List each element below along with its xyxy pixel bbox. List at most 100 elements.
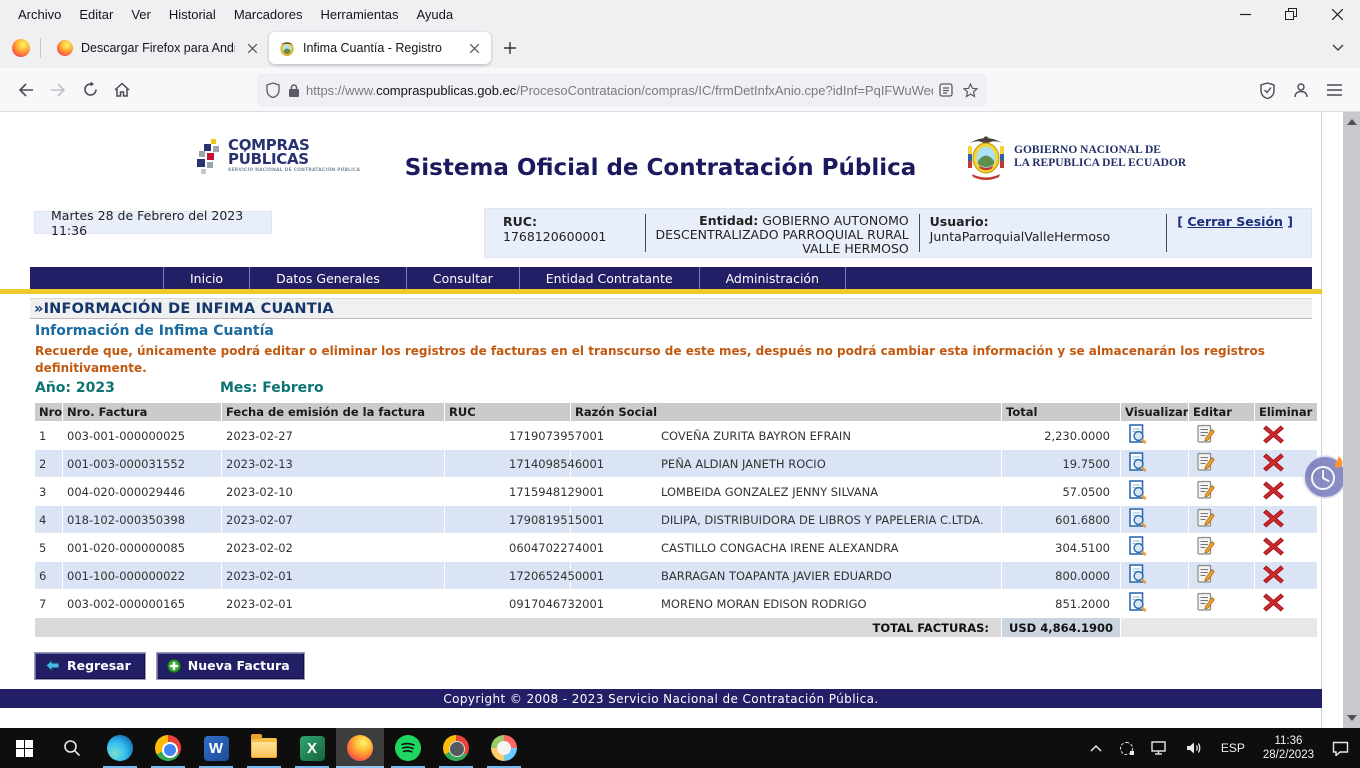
taskbar-firefox[interactable] (336, 728, 384, 768)
eliminar-button[interactable] (1263, 481, 1284, 503)
eliminar-button[interactable] (1263, 425, 1284, 447)
table-header-cell: Nro (35, 403, 62, 421)
taskbar-spotify[interactable] (384, 728, 432, 768)
main-nav-item[interactable]: Datos Generales (250, 267, 407, 289)
table-header-cell: Eliminar (1255, 403, 1317, 421)
main-nav-item[interactable]: Consultar (407, 267, 520, 289)
menu-item[interactable]: Herramientas (312, 4, 406, 25)
back-button[interactable] (10, 74, 42, 106)
tray-network-button[interactable] (1144, 728, 1175, 768)
action-buttons: Regresar Nueva Factura (34, 652, 305, 680)
delete-x-icon (1263, 425, 1284, 444)
tab-infima-cuantia[interactable]: Infima Cuantía - Registro (269, 32, 491, 64)
editar-button[interactable] (1197, 480, 1215, 503)
lock-icon[interactable] (288, 83, 300, 98)
cell-nro: 3 (35, 478, 62, 505)
scroll-up-button[interactable] (1343, 114, 1360, 130)
editar-button[interactable] (1197, 564, 1215, 587)
new-tab-button[interactable] (497, 35, 523, 61)
menu-item[interactable]: Ver (123, 4, 159, 25)
taskbar-file-explorer[interactable] (240, 728, 288, 768)
visualizar-button[interactable] (1129, 508, 1147, 531)
tray-expand-button[interactable] (1083, 728, 1109, 768)
notification-icon (1332, 741, 1349, 756)
menu-item[interactable]: Ayuda (408, 4, 461, 25)
floating-timer-bubble[interactable] (1302, 454, 1348, 500)
editar-button[interactable] (1197, 424, 1215, 447)
visualizar-button[interactable] (1129, 536, 1147, 559)
reload-button[interactable] (74, 74, 106, 106)
visualizar-button[interactable] (1129, 452, 1147, 475)
taskbar-edge[interactable] (96, 728, 144, 768)
page-scrollbar[interactable] (1343, 112, 1360, 728)
action-center-button[interactable] (1325, 728, 1356, 768)
start-button[interactable] (0, 728, 48, 768)
taskbar-clock[interactable]: 11:3628/2/2023 (1256, 728, 1321, 768)
reader-mode-icon[interactable] (939, 83, 953, 97)
cell-nro: 2 (35, 450, 62, 477)
eliminar-button[interactable] (1263, 509, 1284, 531)
copyright-footer: Copyright © 2008 - 2023 Servicio Naciona… (0, 689, 1322, 708)
minimize-button[interactable] (1222, 0, 1268, 28)
tab-list-button[interactable] (1326, 36, 1350, 60)
main-nav-item[interactable]: Administración (700, 267, 846, 289)
scroll-down-button[interactable] (1343, 710, 1360, 726)
eliminar-button[interactable] (1263, 537, 1284, 559)
language-indicator[interactable]: ESP (1214, 728, 1252, 768)
cell-fecha-emision: 2023-02-07 (222, 506, 444, 533)
cell-total: 800.0000 (1002, 562, 1120, 589)
page-body: COMPRASPÚBLICAS SERVICIO NACIONAL DE CON… (0, 112, 1322, 728)
logout-link[interactable]: [ Cerrar Sesión ] (1167, 212, 1303, 231)
visualizar-button[interactable] (1129, 424, 1147, 447)
chevron-down-icon (1332, 44, 1344, 52)
editar-button[interactable] (1197, 592, 1215, 615)
tab-descargar-firefox[interactable]: Descargar Firefox para Android (47, 32, 269, 64)
eliminar-button[interactable] (1263, 453, 1284, 475)
restore-button[interactable] (1268, 0, 1314, 28)
eliminar-button[interactable] (1263, 565, 1284, 587)
taskbar-chrome[interactable] (144, 728, 192, 768)
hamburger-menu-icon[interactable] (1327, 84, 1342, 96)
main-nav-item[interactable]: Inicio (163, 267, 250, 289)
view-magnifier-icon (1129, 424, 1147, 444)
taskbar-paint[interactable] (480, 728, 528, 768)
eliminar-button[interactable] (1263, 593, 1284, 615)
cell-fecha-emision: 2023-02-02 (222, 534, 444, 561)
editar-button[interactable] (1197, 508, 1215, 531)
visualizar-button[interactable] (1129, 592, 1147, 615)
nueva-factura-button[interactable]: Nueva Factura (156, 652, 305, 680)
cell-nro-factura: 001-003-000031552 (63, 450, 221, 477)
firefox-icon[interactable] (12, 39, 30, 57)
editar-button[interactable] (1197, 452, 1215, 475)
menu-item[interactable]: Historial (161, 4, 224, 25)
main-nav-bar: Inicio Datos Generales Consultar Entidad… (30, 267, 1312, 289)
taskbar-word[interactable]: W (192, 728, 240, 768)
account-icon[interactable] (1293, 82, 1309, 98)
taskbar-excel[interactable]: X (288, 728, 336, 768)
menu-item[interactable]: Editar (71, 4, 121, 25)
close-button[interactable] (1314, 0, 1360, 28)
windows-logo-icon (16, 740, 33, 757)
tab-close-button[interactable] (465, 39, 483, 57)
url-bar[interactable]: https://www.compraspublicas.gob.ec/Proce… (258, 75, 986, 105)
edge-icon (107, 735, 133, 761)
table-header-cell: Nro. Factura (63, 403, 221, 421)
forward-button[interactable] (42, 74, 74, 106)
editar-button[interactable] (1197, 536, 1215, 559)
visualizar-button[interactable] (1129, 564, 1147, 587)
taskbar-search-button[interactable] (48, 728, 96, 768)
regresar-button[interactable]: Regresar (34, 652, 146, 680)
home-button[interactable] (106, 74, 138, 106)
shield-icon[interactable] (266, 82, 280, 98)
visualizar-button[interactable] (1129, 480, 1147, 503)
menu-item[interactable]: Archivo (10, 4, 69, 25)
tab-close-button[interactable] (243, 39, 261, 57)
tray-volume-button[interactable] (1179, 728, 1210, 768)
protections-shield-icon[interactable] (1260, 82, 1275, 99)
menu-item[interactable]: Marcadores (226, 4, 311, 25)
cell-ruc: 1790819515001 (445, 506, 570, 533)
bookmark-star-icon[interactable] (963, 83, 978, 98)
main-nav-item[interactable]: Entidad Contratante (520, 267, 700, 289)
tray-sync-button[interactable] (1113, 728, 1140, 768)
taskbar-chrome-profile[interactable] (432, 728, 480, 768)
